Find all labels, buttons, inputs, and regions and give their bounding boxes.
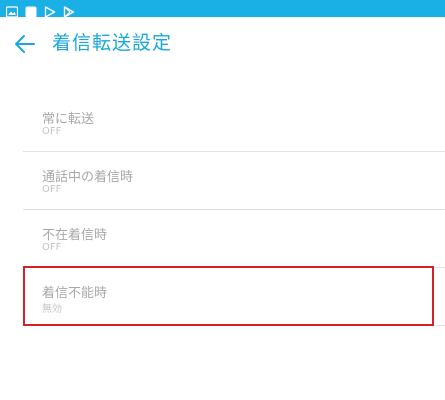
settings-list: 常に転送 OFF 通話中の着信時 OFF 不在着信時 OFF 着信不能時 無効: [23, 94, 445, 326]
setting-title: 着信不能時: [42, 286, 108, 301]
setting-summary: OFF: [42, 184, 62, 195]
page-title: 着信転送設定: [52, 32, 173, 54]
setting-forward-when-unreachable[interactable]: 着信不能時 無効: [23, 268, 445, 326]
square-app-icon: [25, 3, 37, 17]
image-icon: [5, 3, 19, 18]
setting-summary: OFF: [42, 242, 62, 253]
play-store-icon: [63, 3, 75, 18]
setting-title: 常に転送: [42, 112, 95, 127]
setting-always-forward[interactable]: 常に転送 OFF: [23, 94, 445, 152]
setting-forward-when-unanswered[interactable]: 不在着信時 OFF: [23, 210, 445, 268]
play-store-icon: [44, 3, 56, 18]
setting-summary: OFF: [42, 126, 62, 137]
setting-summary: 無効: [42, 304, 62, 315]
status-bar: [0, 0, 445, 18]
setting-title: 不在着信時: [42, 228, 108, 243]
setting-title: 通話中の着信時: [42, 170, 134, 185]
app-bar: 着信転送設定: [0, 17, 445, 71]
setting-forward-when-busy[interactable]: 通話中の着信時 OFF: [23, 152, 445, 210]
arrow-left-icon[interactable]: [12, 32, 38, 56]
